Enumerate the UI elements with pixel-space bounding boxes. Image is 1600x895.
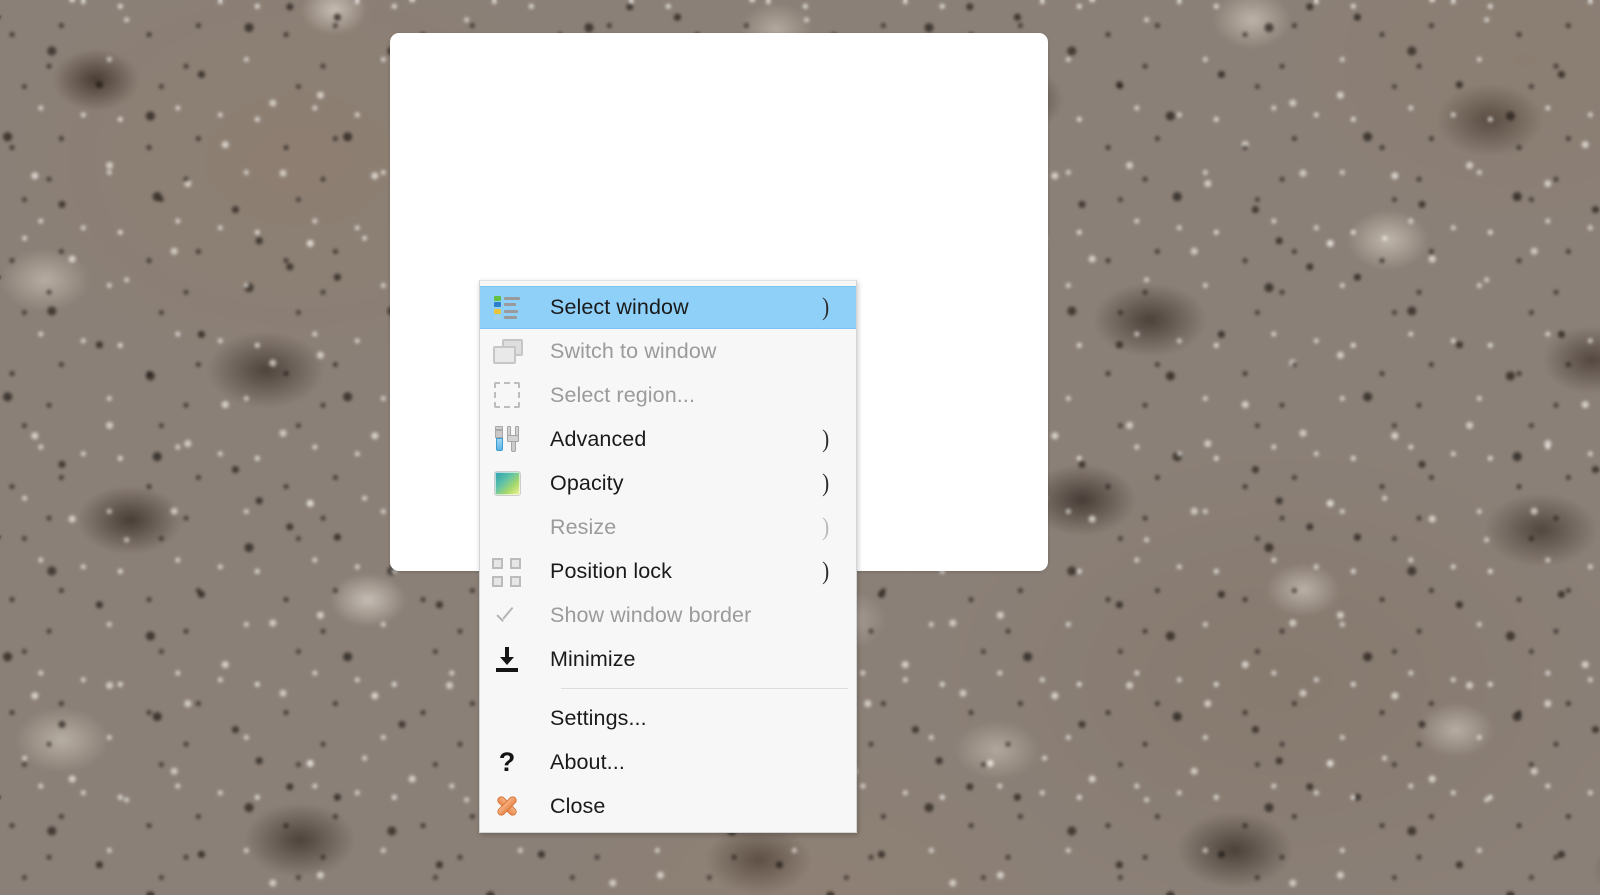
submenu-arrow-icon: ): [821, 557, 829, 585]
menu-item-label: Advanced: [550, 426, 647, 451]
menu-item-icon-slot: [485, 702, 529, 734]
menu-item-icon-slot: [485, 335, 529, 367]
menu-item-label: About...: [550, 749, 625, 774]
submenu-arrow-icon: ): [821, 469, 829, 497]
menu-item-icon-slot: ?: [485, 746, 529, 778]
menu-item-label: Minimize: [550, 646, 636, 671]
checkmark-icon: [496, 606, 518, 624]
menu-item-label: Select window: [550, 295, 689, 319]
gradient-swatch-icon: [493, 470, 521, 496]
menu-item-icon-slot: [485, 467, 529, 499]
menu-separator: [561, 688, 848, 689]
menu-item-icon-slot: [485, 292, 529, 324]
menu-item-icon-slot: [485, 423, 529, 455]
menu-item-icon-slot: [485, 643, 529, 675]
question-mark-icon: ?: [498, 746, 516, 777]
menu-item-opacity[interactable]: Opacity): [480, 461, 856, 505]
close-x-icon: [493, 792, 521, 820]
select-region-icon: [494, 382, 520, 408]
menu-item-show-window-border: Show window border: [480, 593, 856, 637]
menu-item-icon-slot: [485, 511, 529, 543]
submenu-arrow-icon: ): [821, 513, 829, 541]
minimize-arrow-icon: [493, 646, 521, 672]
submenu-arrow-icon: ): [821, 294, 829, 321]
menu-item-label: Close: [550, 793, 606, 818]
tools-icon: [492, 425, 522, 453]
menu-item-label: Position lock: [550, 558, 672, 583]
menu-item-icon-slot: [485, 379, 529, 411]
menu-item-label: Opacity: [550, 470, 624, 495]
switch-window-icon: [493, 339, 523, 364]
menu-item-resize: Resize): [480, 505, 856, 549]
menu-item-close[interactable]: Close: [480, 784, 856, 828]
menu-item-minimize[interactable]: Minimize: [480, 637, 856, 681]
menu-item-icon-slot: [485, 555, 529, 587]
menu-item-settings[interactable]: Settings...: [480, 696, 856, 740]
grid-squares-icon: [492, 558, 522, 587]
menu-item-icon-slot: [485, 599, 529, 631]
menu-item-label: Settings...: [550, 705, 647, 730]
menu-item-label: Select region...: [550, 382, 696, 407]
menu-item-about[interactable]: ? About...: [480, 740, 856, 784]
menu-item-position-lock[interactable]: Position lock): [480, 549, 856, 593]
context-menu[interactable]: Select window) Switch to window Select reg…: [479, 280, 857, 833]
menu-item-switch-to-window: Switch to window: [480, 329, 856, 373]
menu-item-icon-slot: [485, 790, 529, 822]
menu-item-label: Switch to window: [550, 338, 717, 363]
menu-item-select-region: Select region...: [480, 373, 856, 417]
submenu-arrow-icon: ): [821, 425, 829, 453]
menu-item-advanced[interactable]: Advanced): [480, 417, 856, 461]
menu-item-select-window[interactable]: Select window): [480, 286, 856, 329]
window-list-icon: [493, 295, 521, 321]
menu-item-label: Resize: [550, 514, 617, 539]
menu-item-label: Show window border: [550, 602, 752, 627]
